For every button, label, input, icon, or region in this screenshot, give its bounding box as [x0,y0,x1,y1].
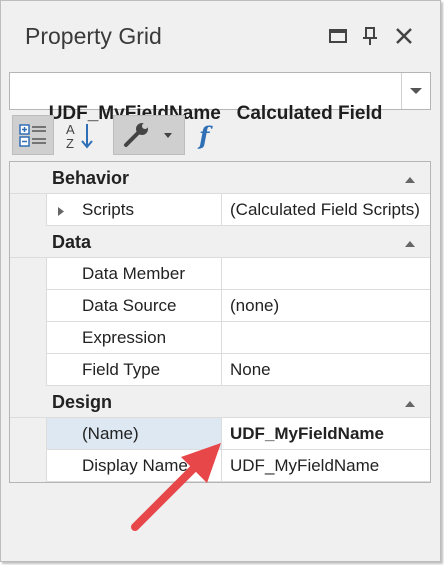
property-name: Scripts [82,200,134,219]
categorized-button[interactable] [12,115,54,155]
category-label: Data [52,232,92,252]
maximize-icon[interactable] [327,25,349,47]
svg-text:Z: Z [66,136,74,151]
property-row-display-name[interactable]: Display Name UDF_MyFieldName [46,450,430,482]
sort-alphabetical-button[interactable]: A Z [61,115,101,155]
expand-icon[interactable] [57,204,65,216]
function-icon: f [197,121,213,150]
property-name: (Name) [82,424,139,443]
close-icon[interactable] [393,25,415,47]
collapse-icon[interactable] [404,236,416,247]
property-name: Data Source [82,296,177,315]
sort-alphabetical-icon: A Z [66,122,93,151]
category-label: Design [52,392,113,412]
chevron-down-icon[interactable] [401,73,430,109]
property-name: Expression [82,328,167,347]
collapse-icon[interactable] [404,172,416,183]
wrench-button[interactable] [113,115,185,155]
property-grid-panel: Property Grid UDF_MyFieldName Calculated… [0,0,441,562]
categorized-icon [19,124,46,147]
property-row-expression[interactable]: Expression [46,322,430,354]
panel-title: Property Grid [25,23,162,49]
grid-gutter [10,162,46,482]
property-value: None [230,360,271,379]
category-label: Behavior [52,168,130,188]
property-row-data-source[interactable]: Data Source (none) [46,290,430,322]
object-selector[interactable]: UDF_MyFieldName Calculated Field [9,72,431,124]
category-design[interactable]: Design [10,386,430,418]
property-row-name[interactable]: (Name) UDF_MyFieldName [46,418,430,450]
property-toolbar: A Z f [9,115,431,155]
function-button[interactable]: f [195,115,225,155]
property-name: Display Name [82,456,188,475]
property-value: UDF_MyFieldName [230,456,380,475]
panel-header: Property Grid [1,1,440,71]
collapse-icon[interactable] [404,396,416,407]
property-name: Data Member [82,264,185,283]
svg-text:A: A [66,122,75,137]
category-data[interactable]: Data [10,226,430,258]
property-row-field-type[interactable]: Field Type None [46,354,430,386]
wrench-icon [124,123,172,147]
svg-text:f: f [197,121,213,150]
property-value: UDF_MyFieldName [230,424,384,443]
property-value: (Calculated Field Scripts) [230,200,420,219]
property-row-data-member[interactable]: Data Member [46,258,430,290]
pin-icon[interactable] [359,25,381,47]
property-row-scripts[interactable]: Scripts (Calculated Field Scripts) [46,194,430,226]
category-behavior[interactable]: Behavior [10,162,430,194]
property-value: (none) [230,296,280,315]
property-name: Field Type [82,360,161,379]
property-grid: Behavior Scripts (Calculated Field Scrip… [9,161,431,483]
